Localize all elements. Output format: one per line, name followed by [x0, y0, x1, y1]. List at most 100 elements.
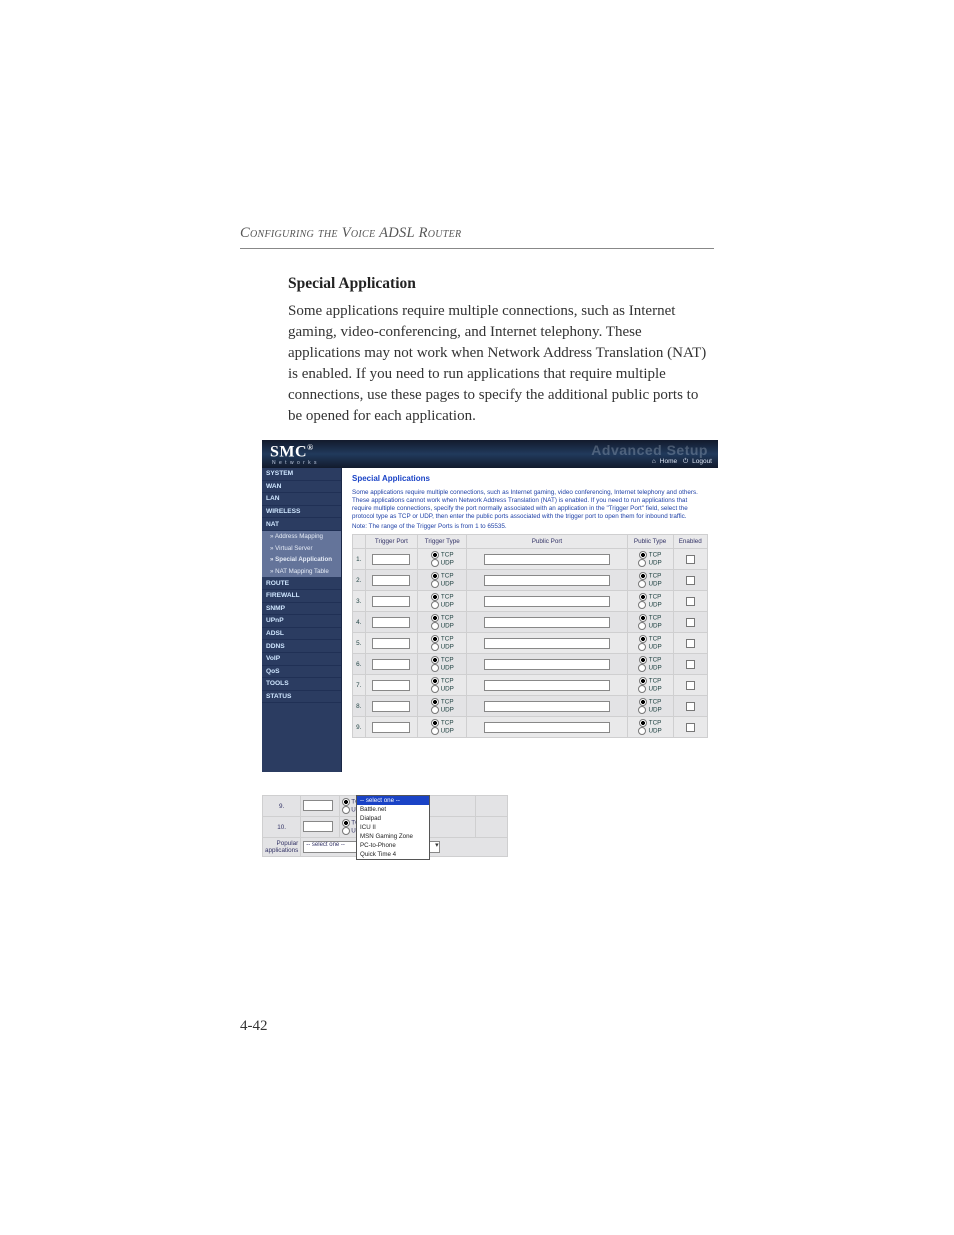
dropdown-option[interactable]: MSN Gaming Zone [357, 832, 429, 841]
sidebar-item[interactable]: LAN [262, 493, 341, 506]
public-udp-radio[interactable] [638, 727, 646, 735]
public-udp-radio[interactable] [638, 664, 646, 672]
enabled-checkbox[interactable] [686, 681, 695, 690]
public-tcp-radio[interactable] [639, 698, 647, 706]
sidebar-item[interactable]: ROUTE [262, 577, 341, 590]
public-tcp-radio[interactable] [639, 614, 647, 622]
logout-icon[interactable]: ⏻ [683, 458, 688, 465]
dropdown-option[interactable]: ICU II [357, 823, 429, 832]
sidebar-item[interactable]: UPnP [262, 615, 341, 628]
trigger-udp-radio[interactable] [431, 685, 439, 693]
enabled-checkbox[interactable] [686, 576, 695, 585]
public-udp-radio[interactable] [638, 622, 646, 630]
sidebar-item[interactable]: SYSTEM [262, 468, 341, 481]
enabled-checkbox[interactable] [686, 597, 695, 606]
sidebar-item[interactable]: FIREWALL [262, 590, 341, 603]
public-tcp-radio[interactable] [639, 593, 647, 601]
sidebar-subitem[interactable]: » Virtual Server [262, 543, 341, 555]
trigger-tcp-radio[interactable] [342, 798, 350, 806]
public-tcp-radio[interactable] [639, 551, 647, 559]
sidebar-item[interactable]: STATUS [262, 691, 341, 704]
public-tcp-radio[interactable] [639, 635, 647, 643]
enabled-checkbox[interactable] [686, 618, 695, 627]
home-icon[interactable]: ⌂ [652, 458, 656, 465]
trigger-udp-radio[interactable] [431, 580, 439, 588]
public-udp-radio[interactable] [638, 706, 646, 714]
sidebar-subitem[interactable]: » Special Application [262, 554, 341, 566]
trigger-port-input[interactable] [372, 554, 410, 565]
dropdown-option[interactable]: Quick Time 4 [357, 850, 429, 859]
trigger-tcp-radio[interactable] [431, 698, 439, 706]
trigger-udp-radio[interactable] [342, 827, 350, 835]
trigger-udp-radio[interactable] [431, 727, 439, 735]
public-port-input[interactable] [484, 554, 610, 565]
sidebar-item[interactable]: VoIP [262, 653, 341, 666]
sidebar-item[interactable]: DDNS [262, 640, 341, 653]
enabled-checkbox[interactable] [686, 660, 695, 669]
trigger-tcp-radio[interactable] [431, 551, 439, 559]
sidebar-item[interactable]: NAT [262, 518, 341, 531]
trigger-tcp-radio[interactable] [431, 572, 439, 580]
enabled-checkbox[interactable] [686, 639, 695, 648]
sidebar-item[interactable]: TOOLS [262, 678, 341, 691]
public-port-input[interactable] [484, 680, 610, 691]
enabled-checkbox[interactable] [686, 555, 695, 564]
trigger-udp-radio[interactable] [431, 601, 439, 609]
trigger-udp-radio[interactable] [431, 622, 439, 630]
trigger-port-input[interactable] [372, 701, 410, 712]
trigger-udp-radio[interactable] [431, 664, 439, 672]
trigger-tcp-radio[interactable] [431, 593, 439, 601]
sidebar-item[interactable]: SNMP [262, 603, 341, 616]
trigger-tcp-radio[interactable] [431, 656, 439, 664]
dropdown-option[interactable]: Battle.net [357, 805, 429, 814]
public-udp-radio[interactable] [638, 559, 646, 567]
public-tcp-radio[interactable] [639, 572, 647, 580]
sidebar-item[interactable]: QoS [262, 666, 341, 679]
trigger-tcp-radio[interactable] [342, 819, 350, 827]
popular-apps-dropdown-open[interactable]: -- select one --Battle.netDialpadICU IIM… [356, 795, 430, 860]
trigger-port-input[interactable] [372, 575, 410, 586]
public-port-input[interactable] [484, 596, 610, 607]
dropdown-option[interactable]: Dialpad [357, 814, 429, 823]
public-port-input[interactable] [484, 722, 610, 733]
sidebar-item[interactable]: WAN [262, 481, 341, 494]
public-tcp-radio[interactable] [639, 677, 647, 685]
trigger-udp-radio[interactable] [431, 643, 439, 651]
sidebar-subitem[interactable]: » NAT Mapping Table [262, 566, 341, 578]
public-port-input[interactable] [484, 701, 610, 712]
dropdown-option[interactable]: -- select one -- [357, 796, 429, 805]
public-tcp-radio[interactable] [639, 656, 647, 664]
trigger-udp-radio[interactable] [431, 559, 439, 567]
trigger-tcp-radio[interactable] [431, 635, 439, 643]
dropdown-option[interactable]: PC-to-Phone [357, 841, 429, 850]
public-port-input[interactable] [484, 575, 610, 586]
enabled-checkbox[interactable] [686, 723, 695, 732]
trigger-port-input[interactable] [372, 617, 410, 628]
trigger-port-input[interactable] [372, 596, 410, 607]
home-link[interactable]: Home [660, 458, 677, 465]
public-udp-radio[interactable] [638, 685, 646, 693]
trigger-udp-radio[interactable] [431, 706, 439, 714]
public-port-input[interactable] [484, 617, 610, 628]
public-udp-radio[interactable] [638, 580, 646, 588]
trigger-port-input[interactable] [372, 680, 410, 691]
public-udp-radio[interactable] [638, 601, 646, 609]
trigger-port-input[interactable] [372, 659, 410, 670]
public-port-input[interactable] [484, 659, 610, 670]
sidebar-subitem[interactable]: » Address Mapping [262, 531, 341, 543]
trigger-port-input[interactable] [372, 638, 410, 649]
public-tcp-radio[interactable] [639, 719, 647, 727]
public-port-input[interactable] [484, 638, 610, 649]
trigger-tcp-radio[interactable] [431, 719, 439, 727]
sidebar-item[interactable]: WIRELESS [262, 506, 341, 519]
sidebar-item[interactable]: ADSL [262, 628, 341, 641]
trigger-port-input[interactable] [303, 800, 333, 811]
trigger-tcp-radio[interactable] [431, 677, 439, 685]
public-udp-radio[interactable] [638, 643, 646, 651]
trigger-tcp-radio[interactable] [431, 614, 439, 622]
trigger-udp-radio[interactable] [342, 806, 350, 814]
enabled-checkbox[interactable] [686, 702, 695, 711]
trigger-port-input[interactable] [303, 821, 333, 832]
trigger-port-input[interactable] [372, 722, 410, 733]
logout-link[interactable]: Logout [692, 458, 712, 465]
